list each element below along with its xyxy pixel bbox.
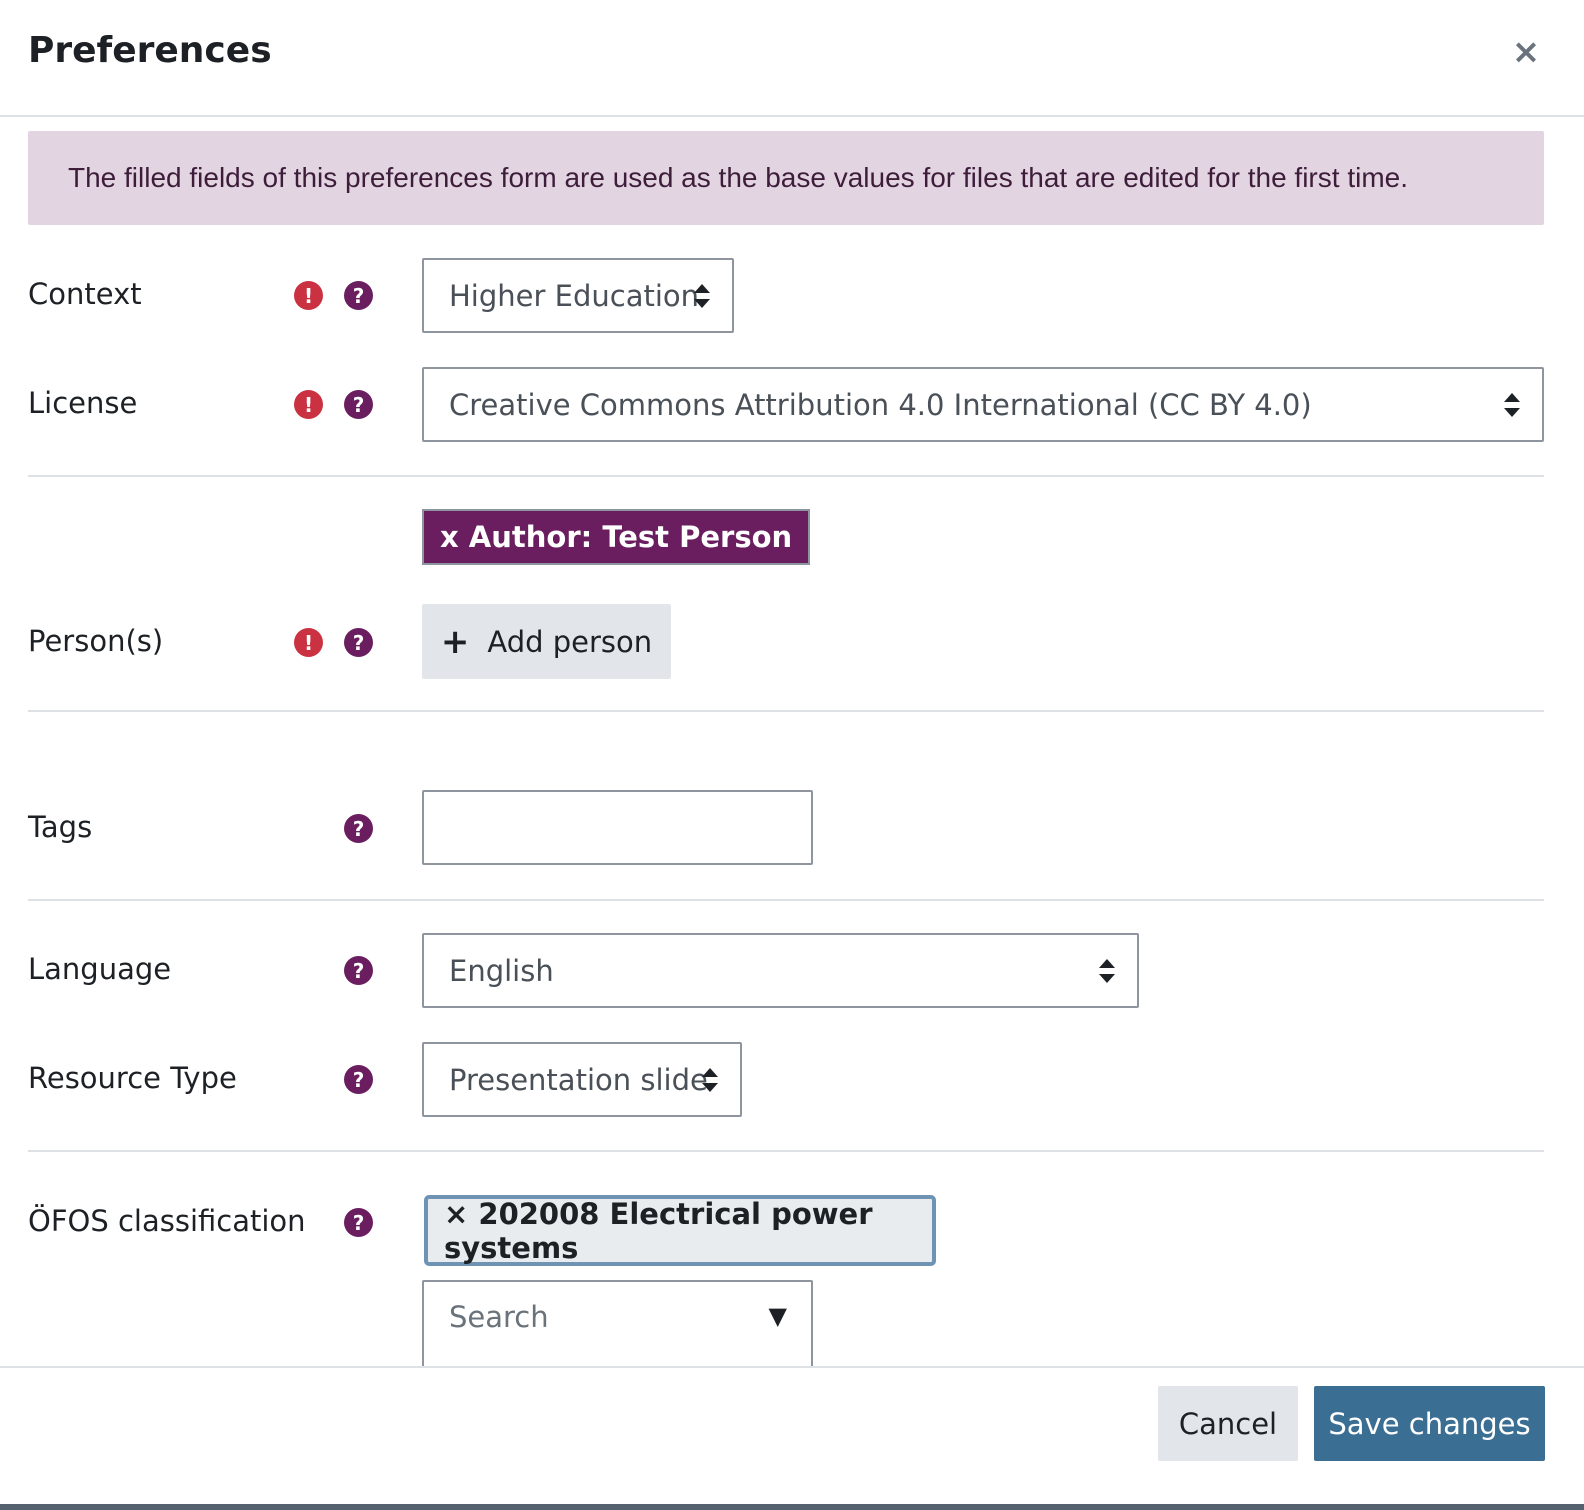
license-select[interactable]: Creative Commons Attribution 4.0 Interna…: [422, 367, 1544, 442]
help-icon[interactable]: ?: [344, 1065, 373, 1094]
help-icon[interactable]: ?: [344, 814, 373, 843]
resource-type-label: Resource Type: [28, 1061, 237, 1095]
close-icon[interactable]: ×: [1506, 32, 1546, 72]
select-caret-icon: [1504, 392, 1520, 417]
select-caret-icon: [1099, 958, 1115, 983]
ofos-search-select[interactable]: Search ▼: [422, 1280, 813, 1366]
help-icon[interactable]: ?: [344, 390, 373, 419]
required-icon[interactable]: !: [294, 281, 323, 310]
add-person-button[interactable]: + Add person: [422, 604, 671, 679]
license-select-value: Creative Commons Attribution 4.0 Interna…: [449, 387, 1312, 422]
dialog-title: Preferences: [28, 30, 272, 71]
info-notice: The filled fields of this preferences fo…: [28, 131, 1544, 225]
ofos-search-placeholder: Search: [449, 1300, 549, 1334]
section-divider: [28, 1150, 1544, 1152]
context-label: Context: [28, 277, 142, 311]
resource-type-select[interactable]: Presentation slide: [422, 1042, 742, 1117]
select-caret-icon: [702, 1067, 718, 1092]
add-person-label: Add person: [487, 624, 653, 659]
tags-label: Tags: [28, 810, 93, 844]
save-changes-button[interactable]: Save changes: [1314, 1386, 1545, 1461]
persons-label: Person(s): [28, 624, 164, 658]
info-notice-text: The filled fields of this preferences fo…: [68, 162, 1408, 193]
section-divider: [28, 710, 1544, 712]
required-icon[interactable]: !: [294, 390, 323, 419]
language-label: Language: [28, 952, 172, 986]
language-select-value: English: [449, 953, 554, 988]
help-icon[interactable]: ?: [344, 1208, 373, 1237]
section-divider: [28, 899, 1544, 901]
cancel-button[interactable]: Cancel: [1158, 1386, 1298, 1461]
language-select[interactable]: English: [422, 933, 1139, 1008]
required-icon[interactable]: !: [294, 628, 323, 657]
dropdown-arrow-icon: ▼: [768, 1302, 787, 1330]
bottom-edge: [0, 1504, 1584, 1510]
person-chip[interactable]: x Author: Test Person: [422, 509, 811, 565]
dialog-header: Preferences ×: [0, 0, 1584, 117]
help-icon[interactable]: ?: [344, 956, 373, 985]
select-caret-icon: [694, 283, 710, 308]
context-select[interactable]: Higher Education: [422, 258, 734, 333]
dialog-footer: Cancel Save changes: [0, 1366, 1584, 1510]
ofos-label: ÖFOS classification: [28, 1204, 306, 1238]
section-divider: [28, 475, 1544, 477]
license-label: License: [28, 386, 138, 420]
preferences-dialog: Preferences × The filled fields of this …: [0, 0, 1584, 1510]
help-icon[interactable]: ?: [344, 281, 373, 310]
dialog-body: The filled fields of this preferences fo…: [0, 119, 1584, 1366]
resource-type-select-value: Presentation slide: [449, 1062, 708, 1097]
context-select-value: Higher Education: [449, 278, 700, 313]
help-icon[interactable]: ?: [344, 628, 373, 657]
tags-input[interactable]: [422, 790, 813, 865]
plus-icon: +: [440, 621, 470, 662]
ofos-chip[interactable]: × 202008 Electrical power systems: [424, 1195, 936, 1266]
